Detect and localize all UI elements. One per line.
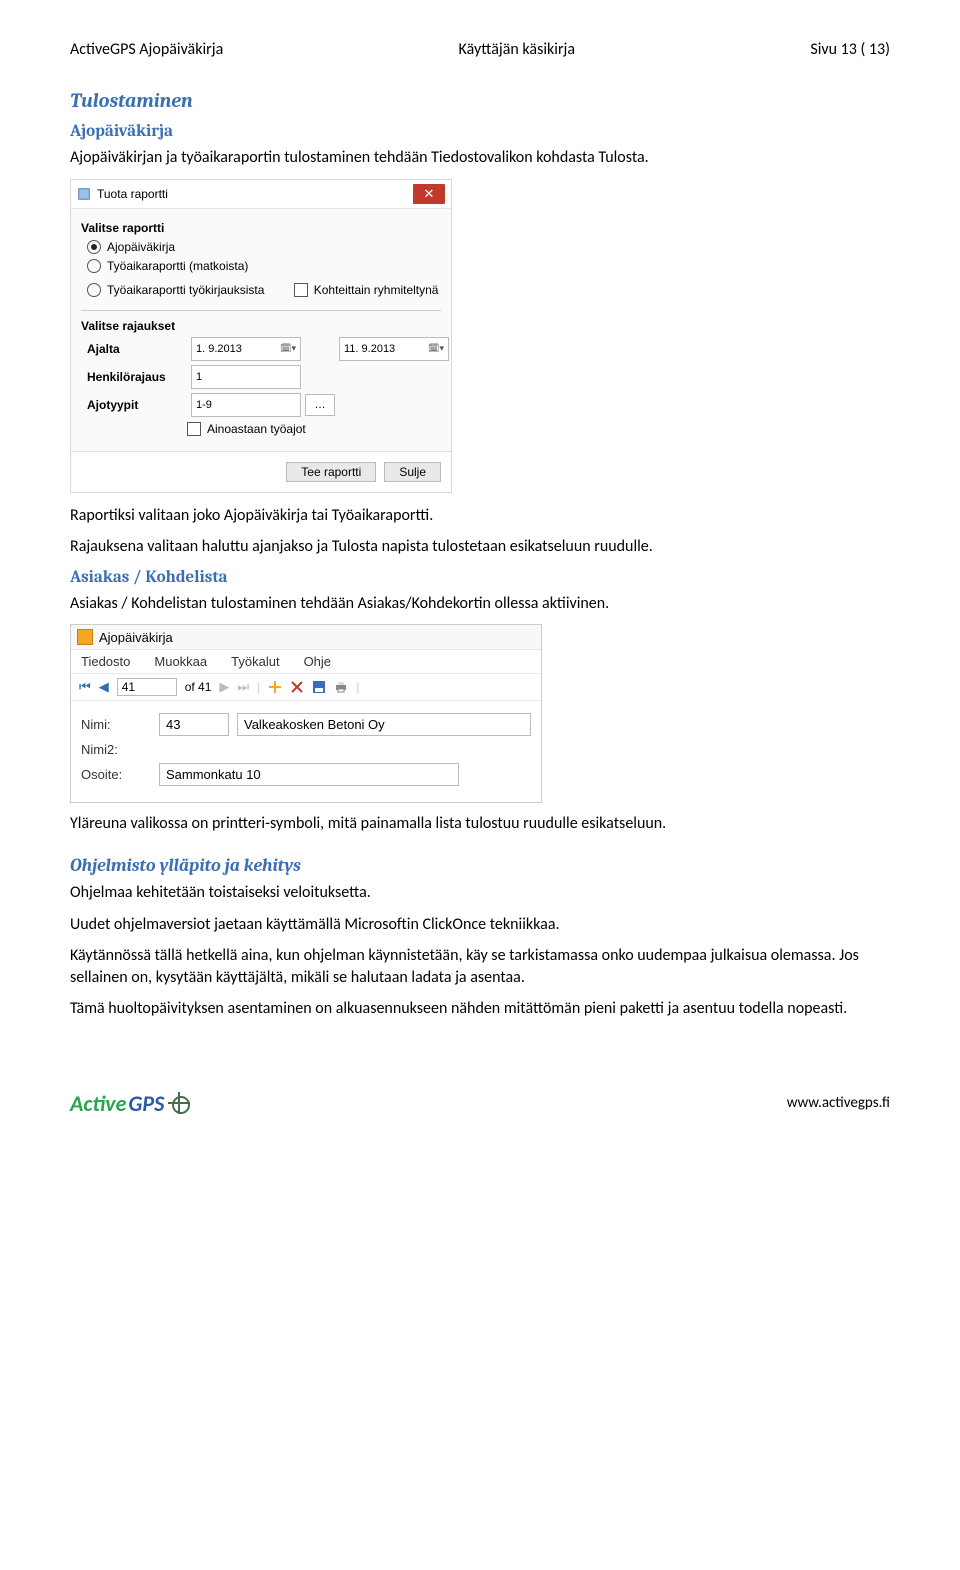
radio-ajopaivakirja[interactable]: Ajopäiväkirja [87, 240, 441, 254]
checkbox-icon [187, 422, 201, 436]
ajotyypit-browse-button[interactable]: … [305, 394, 335, 416]
delete-icon[interactable] [290, 680, 304, 694]
date-from-value: 1. 9.2013 [196, 343, 242, 355]
field-value: 43 [166, 717, 180, 732]
subheading-ohjelmisto: Ohjelmisto ylläpito ja kehitys [70, 855, 890, 876]
crosshair-icon [168, 1092, 190, 1114]
label-nimi: Nimi: [81, 717, 151, 732]
logo-text-active: Active [70, 1090, 126, 1117]
nimi-input[interactable]: Valkeakosken Betoni Oy [237, 713, 531, 736]
activegps-logo: ActiveGPS [70, 1090, 190, 1117]
field-value: Valkeakosken Betoni Oy [244, 717, 385, 732]
date-to-value: 11. 9.2013 [344, 343, 395, 355]
menu-ohje[interactable]: Ohje [304, 654, 331, 669]
field-value: 1-9 [196, 399, 212, 411]
header-left: ActiveGPS Ajopäiväkirja [70, 40, 223, 59]
dialog-title: Tuota raportti [97, 187, 168, 201]
checkbox-icon [294, 283, 308, 297]
id-input[interactable]: 43 [159, 713, 229, 736]
paragraph: Tämä huoltopäivityksen asentaminen on al… [70, 998, 890, 1020]
label-ajalta: Ajalta [87, 342, 187, 356]
app-icon [77, 187, 91, 201]
label-henkilorajaus: Henkilörajaus [87, 370, 187, 384]
osoite-input[interactable]: Sammonkatu 10 [159, 763, 459, 786]
paragraph: Ajopäiväkirjan ja työaikaraportin tulost… [70, 147, 890, 169]
checkbox-label: Kohteittain ryhmiteltynä [314, 283, 439, 297]
radio-label: Työaikaraportti (matkoista) [107, 259, 248, 273]
checkbox-label: Ainoastaan työajot [207, 422, 306, 436]
window-title: Ajopäiväkirja [99, 630, 173, 645]
radio-icon [87, 259, 101, 273]
record-total-label: of 41 [185, 680, 212, 694]
radio-tyoaikaraportti-matkoista[interactable]: Työaikaraportti (matkoista) [87, 259, 441, 273]
radio-label: Ajopäiväkirja [107, 240, 175, 254]
group-label-filters: Valitse rajaukset [81, 319, 441, 333]
checkbox-ainoastaan-tyoajot[interactable]: Ainoastaan työajot [187, 422, 441, 436]
paragraph: Käytännössä tällä hetkellä aina, kun ohj… [70, 945, 890, 988]
menu-tiedosto[interactable]: Tiedosto [81, 654, 130, 669]
save-icon[interactable] [312, 680, 326, 694]
nav-first-icon[interactable]: ⏮ [79, 679, 91, 695]
page-header: ActiveGPS Ajopäiväkirja Käyttäjän käsiki… [70, 40, 890, 59]
paragraph: Rajauksena valitaan haluttu ajanjakso ja… [70, 536, 890, 558]
ajotyypit-input[interactable]: 1-9 [191, 393, 301, 417]
menu-tyokalut[interactable]: Työkalut [231, 654, 279, 669]
app-icon [77, 629, 93, 645]
field-value: 1 [196, 371, 202, 383]
report-dialog: Tuota raportti ✕ Valitse raportti Ajopäi… [70, 179, 452, 493]
footer-url: www.activegps.fi [787, 1094, 890, 1112]
radio-icon [87, 240, 101, 254]
date-from-input[interactable]: 1. 9.2013 🗓▾ [191, 337, 301, 361]
paragraph: Ohjelmaa kehitetään toistaiseksi veloitu… [70, 882, 890, 904]
header-center: Käyttäjän käsikirja [459, 40, 575, 59]
nav-last-icon[interactable]: ⏭ [237, 679, 249, 695]
close-button[interactable]: ✕ [413, 184, 445, 204]
window-titlebar: Ajopäiväkirja [71, 625, 541, 650]
section-title-tulostaminen: Tulostaminen [70, 89, 890, 112]
generate-report-button[interactable]: Tee raportti [286, 462, 376, 482]
record-number-input[interactable] [117, 678, 177, 696]
nav-next-icon[interactable]: ▶ [219, 679, 229, 695]
ajopaivakirja-window: Ajopäiväkirja Tiedosto Muokkaa Työkalut … [70, 624, 542, 803]
label-nimi2: Nimi2: [81, 742, 151, 757]
subheading-asiakas-kohdelista: Asiakas / Kohdelista [70, 568, 890, 587]
radio-icon [87, 283, 101, 297]
nav-prev-icon[interactable]: ◀ [99, 679, 109, 695]
page-footer: ActiveGPS www.activegps.fi [0, 1060, 960, 1137]
label-ajotyypit: Ajotyypit [87, 398, 187, 412]
date-to-input[interactable]: 11. 9.2013 🗓▾ [339, 337, 449, 361]
group-label-report: Valitse raportti [81, 221, 441, 235]
close-dialog-button[interactable]: Sulje [384, 462, 441, 482]
paragraph: Asiakas / Kohdelistan tulostaminen tehdä… [70, 593, 890, 615]
henkilorajaus-input[interactable]: 1 [191, 365, 301, 389]
field-value: Sammonkatu 10 [166, 767, 261, 782]
toolbar: ⏮ ◀ of 41 ▶ ⏭ | | [71, 674, 541, 701]
header-right: Sivu 13 ( 13) [810, 40, 890, 59]
radio-tyoaikaraportti-tyokirjauksista[interactable]: Työaikaraportti työkirjauksista [87, 283, 264, 297]
calendar-dropdown-icon[interactable]: 🗓▾ [280, 343, 296, 354]
label-osoite: Osoite: [81, 767, 151, 782]
paragraph: Yläreuna valikossa on printteri-symboli,… [70, 813, 890, 835]
calendar-dropdown-icon[interactable]: 🗓▾ [428, 343, 444, 354]
menubar: Tiedosto Muokkaa Työkalut Ohje [71, 650, 541, 674]
dialog-titlebar: Tuota raportti ✕ [71, 180, 451, 209]
print-icon[interactable] [334, 680, 348, 694]
subheading-ajopaivakirja: Ajopäiväkirja [70, 122, 890, 141]
logo-text-gps: GPS [128, 1090, 164, 1117]
paragraph: Uudet ohjelmaversiot jaetaan käyttämällä… [70, 914, 890, 936]
radio-label: Työaikaraportti työkirjauksista [107, 283, 264, 297]
add-icon[interactable] [268, 680, 282, 694]
menu-muokkaa[interactable]: Muokkaa [154, 654, 207, 669]
paragraph: Raportiksi valitaan joko Ajopäiväkirja t… [70, 505, 890, 527]
checkbox-kohteittain[interactable]: Kohteittain ryhmiteltynä [294, 283, 439, 297]
